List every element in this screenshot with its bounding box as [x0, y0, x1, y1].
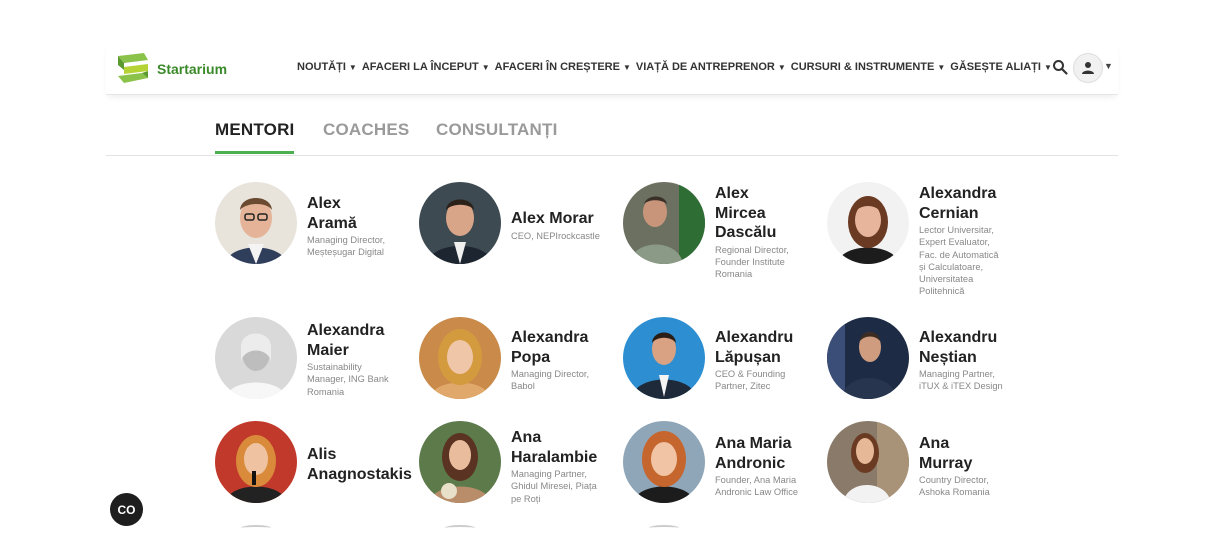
person-card[interactable]: Alex Mircea Dascălu Regional Director, Foun… [623, 182, 823, 279]
cc-label: CO [117, 502, 136, 517]
person-title: Sustainability Manager, ING Bank Romania [307, 362, 389, 397]
person-photo [623, 317, 705, 399]
person-name: Alexandra Cernian [919, 185, 997, 222]
chevron-down-icon: ▼ [937, 62, 946, 72]
person-info: Alexandru Neștian Managing Partner, iTUX &… [919, 328, 1029, 393]
tab-coaches[interactable]: COACHES [323, 120, 409, 140]
person-card[interactable]: Alexandru Lăpușan CEO & Founding Partner, … [623, 317, 823, 407]
person-photo [215, 182, 297, 264]
person-info: Alis Anagnostakis [307, 445, 417, 484]
nav-label: AFACERI LA ÎNCEPUT [361, 61, 479, 73]
person-title: CEO & Founding Partner, Zitec [715, 369, 786, 392]
person-photo [215, 421, 297, 503]
tab-consultanti[interactable]: CONSULTANȚI [436, 120, 558, 140]
person-name: Alexandru Lăpușan [715, 329, 794, 366]
person-photo [623, 182, 705, 264]
logo-mark-icon [118, 53, 148, 83]
person-photo [419, 182, 501, 264]
chevron-down-icon: ▼ [622, 62, 631, 72]
person-photo [827, 421, 909, 503]
chevron-down-icon: ▼ [777, 62, 786, 72]
person-name: Alexandra Popa [511, 329, 589, 366]
next-row-photo-edge [649, 525, 679, 531]
person-card[interactable]: Alexandra Maier Sustainability Manager, IN… [215, 317, 415, 407]
person-card[interactable]: Ana Maria Andronic Founder, Ana Maria Andr… [623, 421, 823, 511]
person-card[interactable]: Ana Haralambie Managing Partner, Ghidul Mi… [419, 421, 619, 511]
person-photo [827, 182, 909, 264]
person-title: Managing Director, Meșteșugar Digital [307, 235, 386, 258]
person-info: Alexandra Cernian Lector Universitar, Expe… [919, 184, 1029, 298]
person-card[interactable]: Alis Anagnostakis [215, 421, 415, 511]
person-card[interactable]: Alexandra Popa Managing Director, Babol [419, 317, 619, 407]
person-card[interactable]: Alex Morar CEO, NEPIrockcastle [419, 182, 619, 272]
nav-item-viata-de-antreprenor[interactable]: VIAȚĂ DE ANTREPRENOR ▼ [636, 61, 786, 73]
user-icon [1082, 62, 1094, 74]
nav-item-cursuri-instrumente[interactable]: CURSURI & INSTRUMENTE ▼ [791, 61, 946, 73]
person-name: Alex Mircea Dascălu [715, 185, 777, 241]
search-icon[interactable] [1052, 59, 1068, 75]
person-title: Lector Universitar, Expert Evaluator, Fac.… [919, 225, 999, 297]
nav-label: GĂSEȘTE ALIAȚI [950, 61, 1041, 73]
person-info: Alexandru Lăpușan CEO & Founding Partner, … [715, 328, 825, 393]
cookie-consent-button[interactable]: CO [110, 493, 143, 526]
nav-item-afaceri-in-crestere[interactable]: AFACERI ÎN CREȘTERE ▼ [495, 61, 631, 73]
person-info: Alexandra Popa Managing Director, Babol [511, 328, 621, 393]
nav-label: VIAȚĂ DE ANTREPRENOR [635, 61, 775, 73]
main-nav: NOUTĂȚI ▼ AFACERI LA ÎNCEPUT ▼ AFACERI ÎN … [297, 61, 1052, 73]
person-name: Ana Murray [919, 435, 973, 472]
person-card[interactable]: Alex Aramă Managing Director, Meșteșugar D… [215, 182, 415, 272]
person-info: Ana Haralambie Managing Partner, Ghidul Mi… [511, 428, 621, 505]
chevron-down-icon: ▼ [1043, 62, 1052, 72]
brand-name: Startarium [157, 61, 228, 77]
person-info: Alex Aramă Managing Director, Meșteșugar D… [307, 194, 417, 259]
person-title: CEO, NEPIrockcastle [511, 230, 600, 241]
chevron-down-icon[interactable]: ▼ [1104, 61, 1113, 71]
startarium-logo[interactable]: Startarium [114, 52, 227, 86]
site-header: Startarium NOUTĂȚI ▼ AFACERI LA ÎNCEPUT ▼ … [106, 44, 1118, 95]
person-title: Managing Director, Babol [511, 369, 590, 392]
nav-item-gaseste-aliati[interactable]: GĂSEȘTE ALIAȚI ▼ [950, 61, 1052, 73]
mentor-tabs: MENTORI COACHES CONSULTANȚI [106, 108, 1118, 156]
person-name: Alexandru Neștian [919, 329, 998, 366]
person-title: Founder, Ana Maria Andronic Law Office [715, 475, 799, 498]
next-row-photo-edge [241, 525, 271, 531]
person-title: Managing Partner, Ghidul Miresei, Piața pe… [511, 469, 597, 504]
person-info: Alex Mircea Dascălu Regional Director, Foun… [715, 184, 825, 280]
user-menu-button[interactable] [1073, 53, 1103, 83]
nav-label: CURSURI & INSTRUMENTE [790, 61, 935, 73]
person-info: Ana Murray Country Director, Ashoka Romani… [919, 434, 1029, 499]
person-title: Regional Director, Founder Institute Roman… [715, 244, 789, 280]
person-name: Alex Aramă [307, 195, 357, 232]
person-title: Managing Partner, iTUX & iTEX Design [919, 369, 1003, 392]
person-info: Alexandra Maier Sustainability Manager, IN… [307, 321, 417, 398]
next-row-photo-edge [445, 525, 475, 531]
tab-mentori[interactable]: MENTORI [215, 120, 295, 154]
person-card[interactable]: Alexandru Neștian Managing Partner, iTUX &… [827, 317, 1027, 407]
person-photo [215, 317, 297, 399]
person-photo [623, 421, 705, 503]
person-name: Alis Anagnostakis [307, 446, 412, 483]
nav-label: AFACERI ÎN CREȘTERE [494, 61, 620, 73]
person-photo [827, 317, 909, 399]
person-name: Ana Maria Andronic [715, 435, 792, 472]
person-name: Alexandra Maier [307, 322, 385, 359]
person-name: Alex Morar [511, 210, 594, 227]
person-photo [419, 421, 501, 503]
nav-item-noutati[interactable]: NOUTĂȚI ▼ [297, 61, 357, 73]
person-card[interactable]: Alexandra Cernian Lector Universitar, Expe… [827, 182, 1027, 296]
nav-item-afaceri-la-inceput[interactable]: AFACERI LA ÎNCEPUT ▼ [362, 61, 490, 73]
person-photo [419, 317, 501, 399]
chevron-down-icon: ▼ [481, 62, 490, 72]
chevron-down-icon: ▼ [348, 62, 357, 72]
person-info: Alex Morar CEO, NEPIrockcastle [511, 209, 621, 242]
person-info: Ana Maria Andronic Founder, Ana Maria Andr… [715, 434, 825, 499]
person-title: Country Director, Ashoka Romania [919, 475, 990, 498]
person-name: Ana Haralambie [511, 429, 598, 466]
nav-label: NOUTĂȚI [297, 61, 346, 73]
person-card[interactable]: Ana Murray Country Director, Ashoka Romani… [827, 421, 1027, 511]
